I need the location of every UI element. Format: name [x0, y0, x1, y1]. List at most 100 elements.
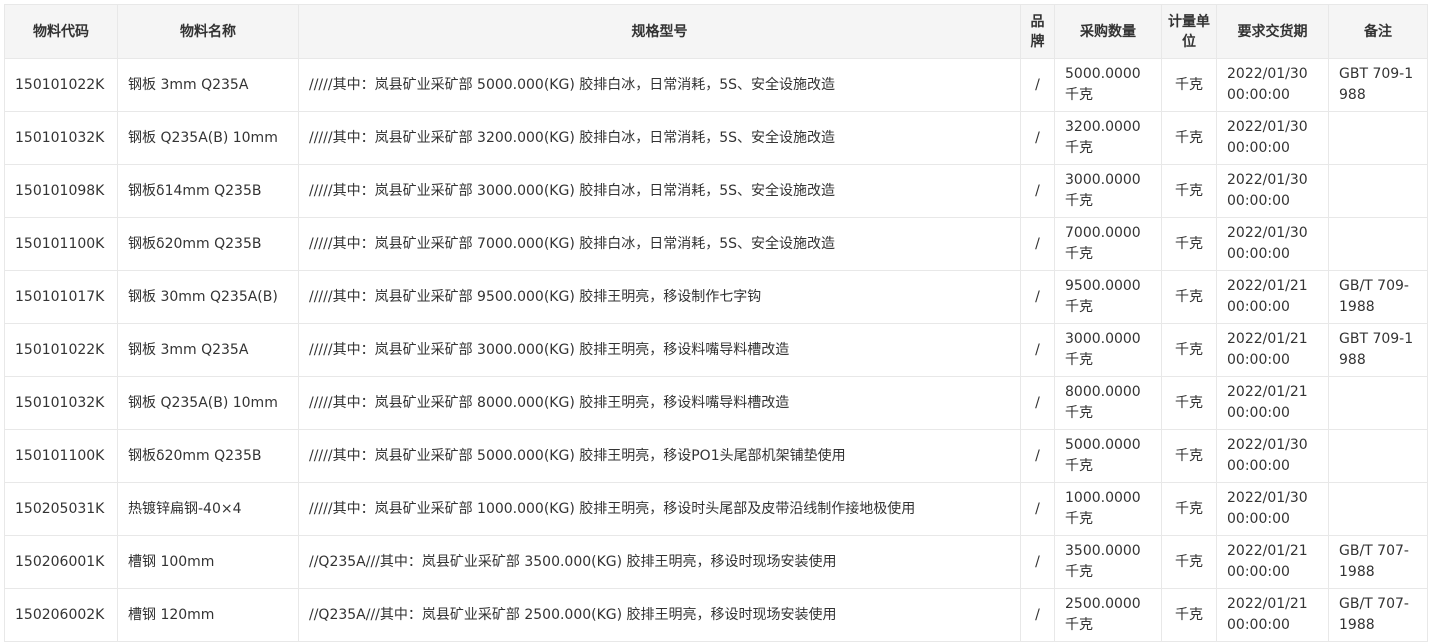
- header-specification[interactable]: 规格型号: [298, 4, 1021, 59]
- cell-delivery-date: 2022/01/21 00:00:00: [1216, 535, 1329, 589]
- cell-brand: /: [1020, 217, 1055, 271]
- header-purchase-quantity[interactable]: 采购数量: [1054, 4, 1162, 59]
- cell-material-name: 钢板 3mm Q235A: [117, 58, 299, 112]
- cell-material-name: 钢板δ14mm Q235B: [117, 164, 299, 218]
- cell-material-name: 钢板 Q235A(B) 10mm: [117, 111, 299, 165]
- header-unit[interactable]: 计量单位: [1161, 4, 1217, 59]
- procurement-table: 物料代码 物料名称 规格型号 品牌 采购数量 计量单位 要求交货期 备注 150…: [4, 4, 1428, 642]
- cell-material-code: 150101100K: [4, 217, 118, 271]
- cell-brand: /: [1020, 270, 1055, 324]
- table-row[interactable]: 150101100K 钢板δ20mm Q235B /////其中：岚县矿业采矿部…: [4, 217, 1428, 271]
- cell-material-code: 150206001K: [4, 535, 118, 589]
- table-row[interactable]: 150205031K 热镀锌扁钢-40×4 /////其中：岚县矿业采矿部 10…: [4, 482, 1428, 536]
- cell-brand: /: [1020, 588, 1055, 642]
- table-row[interactable]: 150101032K 钢板 Q235A(B) 10mm /////其中：岚县矿业…: [4, 111, 1428, 165]
- cell-purchase-quantity: 3000.0000 千克: [1054, 323, 1162, 377]
- cell-material-name: 钢板 Q235A(B) 10mm: [117, 376, 299, 430]
- header-material-code[interactable]: 物料代码: [4, 4, 118, 59]
- cell-unit: 千克: [1161, 111, 1217, 165]
- cell-material-code: 150101022K: [4, 323, 118, 377]
- cell-unit: 千克: [1161, 217, 1217, 271]
- table-row[interactable]: 150101022K 钢板 3mm Q235A /////其中：岚县矿业采矿部 …: [4, 323, 1428, 377]
- header-remark[interactable]: 备注: [1328, 4, 1428, 59]
- cell-remark: [1328, 482, 1428, 536]
- cell-delivery-date: 2022/01/21 00:00:00: [1216, 588, 1329, 642]
- table-header-row: 物料代码 物料名称 规格型号 品牌 采购数量 计量单位 要求交货期 备注: [4, 4, 1428, 59]
- cell-delivery-date: 2022/01/30 00:00:00: [1216, 482, 1329, 536]
- cell-remark: [1328, 376, 1428, 430]
- cell-unit: 千克: [1161, 164, 1217, 218]
- cell-remark: GB/T 707-1988: [1328, 588, 1428, 642]
- cell-purchase-quantity: 9500.0000 千克: [1054, 270, 1162, 324]
- cell-purchase-quantity: 8000.0000 千克: [1054, 376, 1162, 430]
- cell-specification: /////其中：岚县矿业采矿部 1000.000(KG) 胶排王明亮，移设时头尾…: [298, 482, 1021, 536]
- table-row[interactable]: 150101032K 钢板 Q235A(B) 10mm /////其中：岚县矿业…: [4, 376, 1428, 430]
- cell-remark: GBT 709-1988: [1328, 58, 1428, 112]
- cell-delivery-date: 2022/01/30 00:00:00: [1216, 164, 1329, 218]
- cell-remark: GBT 709-1988: [1328, 323, 1428, 377]
- cell-unit: 千克: [1161, 429, 1217, 483]
- cell-specification: /////其中：岚县矿业采矿部 3000.000(KG) 胶排王明亮，移设料嘴导…: [298, 323, 1021, 377]
- cell-material-code: 150101100K: [4, 429, 118, 483]
- cell-remark: GB/T 709-1988: [1328, 270, 1428, 324]
- cell-purchase-quantity: 3000.0000 千克: [1054, 164, 1162, 218]
- cell-specification: //Q235A///其中：岚县矿业采矿部 2500.000(KG) 胶排王明亮，…: [298, 588, 1021, 642]
- cell-specification: /////其中：岚县矿业采矿部 9500.000(KG) 胶排王明亮，移设制作七…: [298, 270, 1021, 324]
- cell-remark: [1328, 429, 1428, 483]
- table-row[interactable]: 150206001K 槽钢 100mm //Q235A///其中：岚县矿业采矿部…: [4, 535, 1428, 589]
- cell-material-name: 钢板 3mm Q235A: [117, 323, 299, 377]
- cell-specification: //Q235A///其中：岚县矿业采矿部 3500.000(KG) 胶排王明亮，…: [298, 535, 1021, 589]
- cell-brand: /: [1020, 164, 1055, 218]
- procurement-table-container: 物料代码 物料名称 规格型号 品牌 采购数量 计量单位 要求交货期 备注 150…: [4, 4, 1428, 642]
- cell-material-code: 150101032K: [4, 111, 118, 165]
- table-row[interactable]: 150101017K 钢板 30mm Q235A(B) /////其中：岚县矿业…: [4, 270, 1428, 324]
- header-material-name[interactable]: 物料名称: [117, 4, 299, 59]
- cell-brand: /: [1020, 111, 1055, 165]
- cell-delivery-date: 2022/01/30 00:00:00: [1216, 111, 1329, 165]
- cell-material-name: 槽钢 100mm: [117, 535, 299, 589]
- cell-delivery-date: 2022/01/30 00:00:00: [1216, 217, 1329, 271]
- cell-delivery-date: 2022/01/21 00:00:00: [1216, 270, 1329, 324]
- cell-material-code: 150205031K: [4, 482, 118, 536]
- cell-specification: /////其中：岚县矿业采矿部 3000.000(KG) 胶排白冰，日常消耗，5…: [298, 164, 1021, 218]
- cell-purchase-quantity: 1000.0000 千克: [1054, 482, 1162, 536]
- cell-purchase-quantity: 3500.0000 千克: [1054, 535, 1162, 589]
- cell-brand: /: [1020, 482, 1055, 536]
- cell-purchase-quantity: 5000.0000 千克: [1054, 58, 1162, 112]
- cell-material-code: 150101022K: [4, 58, 118, 112]
- table-row[interactable]: 150101022K 钢板 3mm Q235A /////其中：岚县矿业采矿部 …: [4, 58, 1428, 112]
- cell-unit: 千克: [1161, 376, 1217, 430]
- table-row[interactable]: 150101098K 钢板δ14mm Q235B /////其中：岚县矿业采矿部…: [4, 164, 1428, 218]
- cell-specification: /////其中：岚县矿业采矿部 5000.000(KG) 胶排王明亮，移设PO1…: [298, 429, 1021, 483]
- cell-unit: 千克: [1161, 588, 1217, 642]
- cell-unit: 千克: [1161, 535, 1217, 589]
- cell-remark: [1328, 111, 1428, 165]
- cell-purchase-quantity: 5000.0000 千克: [1054, 429, 1162, 483]
- cell-delivery-date: 2022/01/21 00:00:00: [1216, 376, 1329, 430]
- cell-specification: /////其中：岚县矿业采矿部 3200.000(KG) 胶排白冰，日常消耗，5…: [298, 111, 1021, 165]
- cell-material-code: 150101032K: [4, 376, 118, 430]
- cell-unit: 千克: [1161, 270, 1217, 324]
- table-row[interactable]: 150101100K 钢板δ20mm Q235B /////其中：岚县矿业采矿部…: [4, 429, 1428, 483]
- cell-delivery-date: 2022/01/30 00:00:00: [1216, 58, 1329, 112]
- cell-material-code: 150101017K: [4, 270, 118, 324]
- cell-material-name: 槽钢 120mm: [117, 588, 299, 642]
- cell-material-name: 钢板δ20mm Q235B: [117, 429, 299, 483]
- cell-purchase-quantity: 3200.0000 千克: [1054, 111, 1162, 165]
- header-brand[interactable]: 品牌: [1020, 4, 1055, 59]
- cell-unit: 千克: [1161, 323, 1217, 377]
- cell-brand: /: [1020, 429, 1055, 483]
- cell-specification: /////其中：岚县矿业采矿部 7000.000(KG) 胶排白冰，日常消耗，5…: [298, 217, 1021, 271]
- cell-material-name: 钢板δ20mm Q235B: [117, 217, 299, 271]
- cell-delivery-date: 2022/01/21 00:00:00: [1216, 323, 1329, 377]
- cell-delivery-date: 2022/01/30 00:00:00: [1216, 429, 1329, 483]
- cell-brand: /: [1020, 323, 1055, 377]
- cell-unit: 千克: [1161, 482, 1217, 536]
- cell-brand: /: [1020, 376, 1055, 430]
- header-delivery-date[interactable]: 要求交货期: [1216, 4, 1329, 59]
- table-row[interactable]: 150206002K 槽钢 120mm //Q235A///其中：岚县矿业采矿部…: [4, 588, 1428, 642]
- cell-material-name: 钢板 30mm Q235A(B): [117, 270, 299, 324]
- cell-purchase-quantity: 2500.0000 千克: [1054, 588, 1162, 642]
- cell-specification: /////其中：岚县矿业采矿部 5000.000(KG) 胶排白冰，日常消耗，5…: [298, 58, 1021, 112]
- cell-remark: [1328, 164, 1428, 218]
